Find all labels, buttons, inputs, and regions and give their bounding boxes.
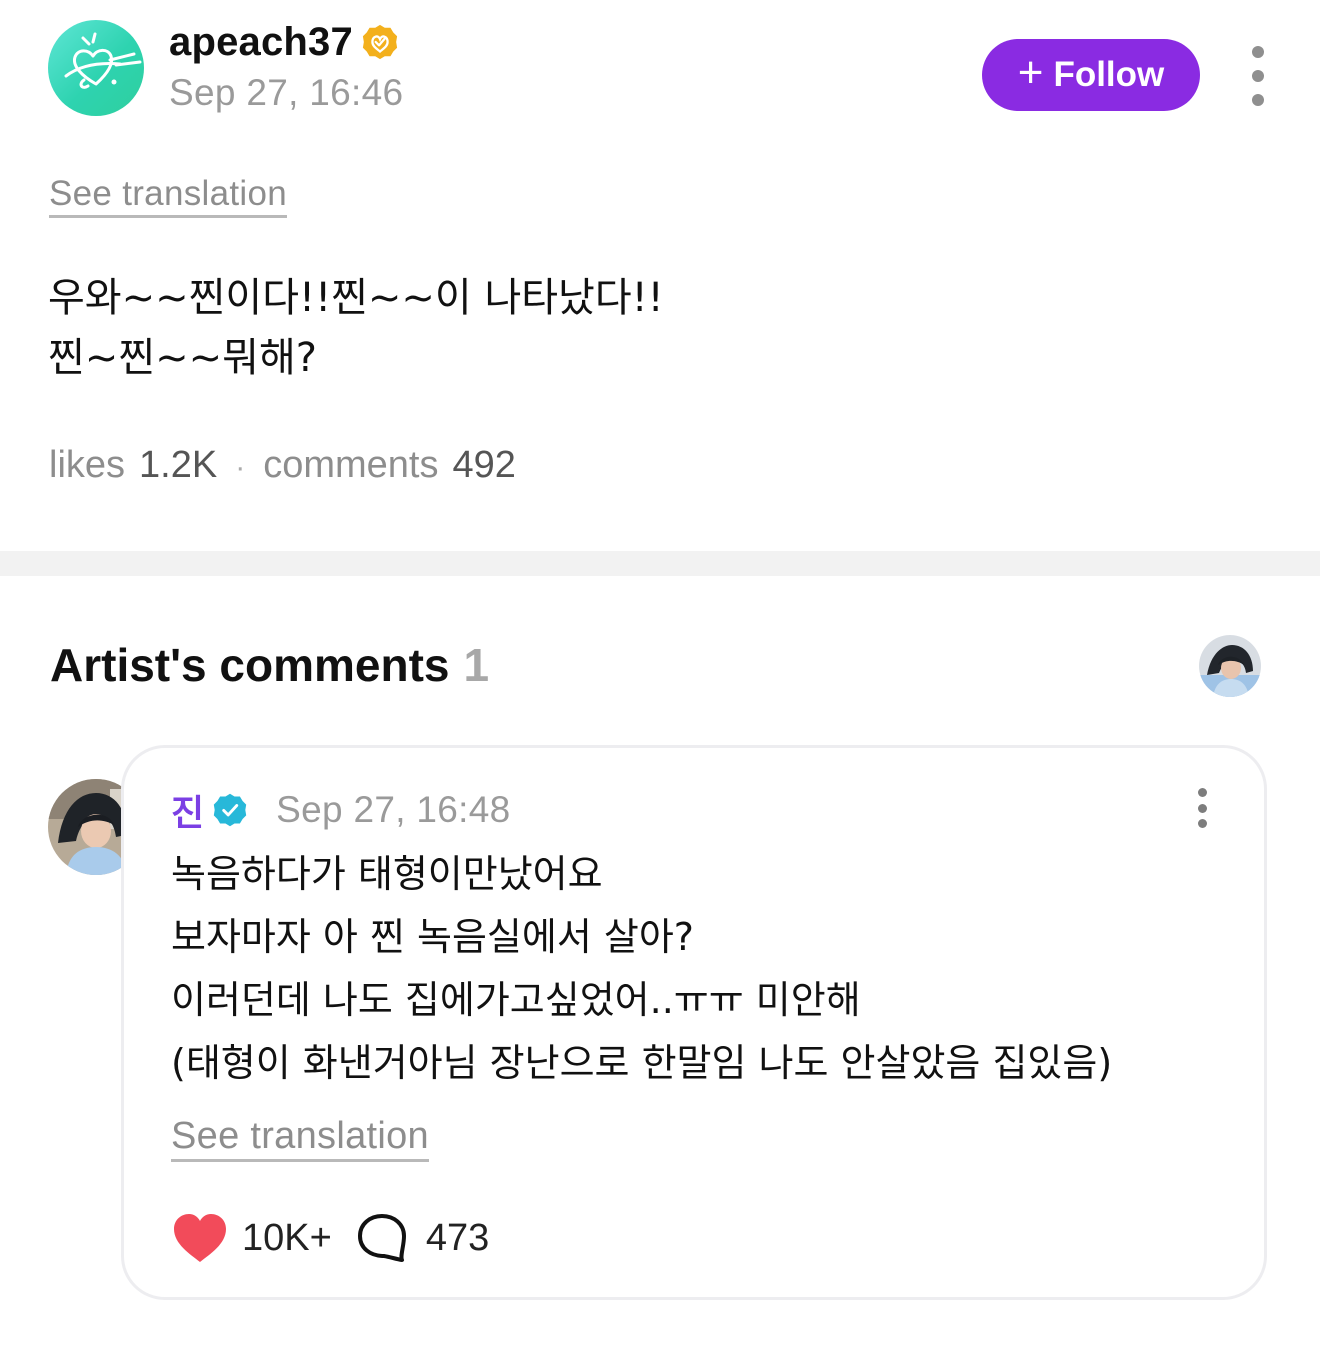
follow-label: Follow — [1053, 55, 1165, 94]
see-translation-link[interactable]: See translation — [171, 1115, 429, 1162]
artist-avatar-image — [1199, 635, 1261, 697]
artist-comments-count: 1 — [463, 639, 490, 691]
more-vertical-icon[interactable] — [1244, 46, 1272, 106]
comment-like-count: 10K+ — [242, 1216, 332, 1259]
comment-text: 녹음하다가 태형이만났어요 보자마자 아 찐 녹음실에서 살아? 이러던데 나도… — [171, 843, 1112, 1095]
author-name-row: apeach37 — [169, 20, 399, 64]
comment-date: Sep 27, 16:48 — [276, 789, 511, 830]
post-text: 우와~~찐이다!!찐~~이 나타났다!! 찐~찐~~뭐해? — [48, 268, 664, 388]
heart-icon[interactable] — [172, 1212, 228, 1264]
post-text-line: 우와~~찐이다!!찐~~이 나타났다!! — [48, 275, 664, 321]
section-divider — [0, 551, 1320, 576]
comment-text-line: (태형이 화낸거아님 장난으로 한말임 나도 안살았음 집있음) — [171, 1041, 1113, 1085]
stats-separator: · — [235, 451, 246, 484]
comment-header: 진 Sep 27, 16:48 — [171, 784, 510, 836]
author-avatar[interactable] — [48, 20, 144, 116]
comment-bubble-icon[interactable] — [356, 1212, 408, 1264]
comment-text-line: 보자마자 아 찐 녹음실에서 살아? — [171, 915, 694, 959]
see-translation-link[interactable]: See translation — [49, 174, 287, 218]
comment-actions: 10K+ 473 — [172, 1210, 489, 1266]
comments-label[interactable]: comments — [263, 444, 438, 487]
comment-reply-count: 473 — [425, 1216, 490, 1259]
likes-count[interactable]: 1.2K — [139, 444, 217, 487]
blue-verified-badge-icon — [213, 793, 247, 827]
artist-comments-title: Artist's comments — [50, 639, 450, 691]
comments-count[interactable]: 492 — [452, 444, 515, 487]
follow-button[interactable]: + Follow — [982, 39, 1200, 111]
comment-text-line: 이러던데 나도 집에가고싶었어..ㅠㅠ 미안해 — [171, 978, 861, 1022]
likes-label[interactable]: likes — [49, 444, 125, 487]
post-stats: likes 1.2K · comments 492 — [49, 444, 516, 487]
more-vertical-icon[interactable] — [1190, 788, 1214, 828]
apeach-heart-logo-icon — [64, 32, 142, 89]
plus-icon: + — [1017, 48, 1044, 97]
comment-text-line: 녹음하다가 태형이만났어요 — [171, 852, 603, 896]
post-header: apeach37 Sep 27, 16:46 + Follow — [48, 20, 1280, 120]
artist-comments-header: Artist's comments 1 — [50, 638, 489, 692]
comment-author[interactable]: 진 — [171, 784, 204, 836]
author-username[interactable]: apeach37 — [169, 20, 353, 65]
artist-comment-card: 진 Sep 27, 16:48 녹음하다가 태형이만났어요 보자마자 아 찐 녹… — [121, 745, 1267, 1300]
artist-avatar-icon[interactable] — [1199, 635, 1261, 697]
gold-verified-badge-icon — [362, 24, 398, 60]
post-date: Sep 27, 16:46 — [169, 72, 404, 113]
post-text-line: 찐~찐~~뭐해? — [48, 335, 317, 381]
